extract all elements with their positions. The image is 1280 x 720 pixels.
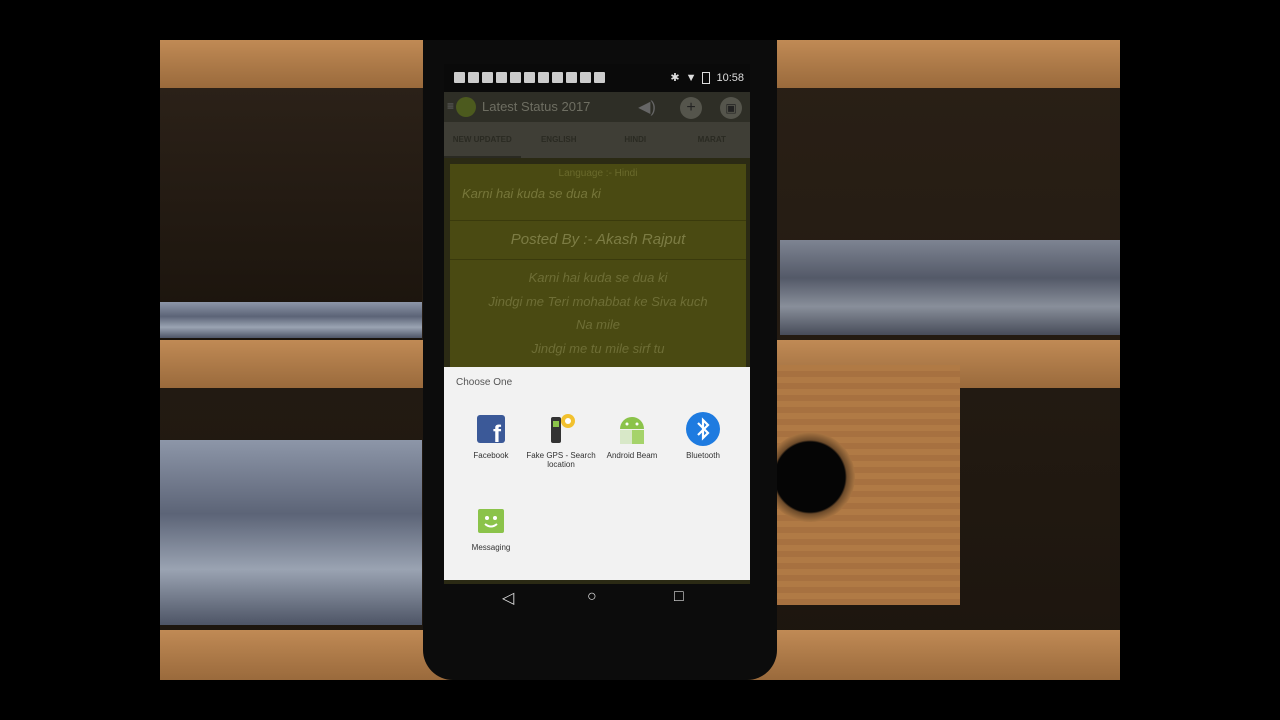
notification-icons [454, 72, 605, 83]
menu-icon[interactable]: ≡ [447, 99, 454, 113]
preview-line: Karni hai kuda se dua ki [462, 186, 601, 201]
svg-text:f: f [493, 421, 502, 447]
facebook-notification-icon [482, 72, 493, 83]
share-messaging-label: Messaging [471, 543, 511, 552]
share-android-beam-label: Android Beam [606, 451, 658, 460]
gift-icon[interactable]: ▣ [720, 97, 742, 119]
app-bar: ≡ Latest Status 2017 ◀) + ▣ [444, 92, 750, 122]
facebook-notification-icon [580, 72, 591, 83]
tab-hindi[interactable]: HINDI [597, 122, 674, 158]
drawer-knob [765, 432, 855, 522]
status-right: ✱ ▼ 10:58 [670, 71, 744, 84]
tab-bar: NEW UPDATED ENGLISH HINDI MARAT [444, 122, 750, 158]
share-facebook[interactable]: f Facebook [456, 411, 526, 460]
share-android-beam[interactable]: Android Beam [597, 411, 667, 460]
share-sheet: Choose One f Facebook Fake GPS - Search … [444, 367, 750, 580]
navigation-bar: ◁ ○ □ [444, 584, 750, 614]
share-fake-gps-label: Fake GPS - Search location [526, 451, 596, 469]
clock: 10:58 [716, 71, 744, 84]
recents-icon[interactable]: □ [674, 588, 684, 606]
language-line: Language :- Hindi [558, 168, 638, 179]
share-bluetooth[interactable]: Bluetooth [668, 411, 738, 460]
facebook-notification-icon [524, 72, 535, 83]
paper-stack-upper [160, 302, 422, 338]
tab-marathi[interactable]: MARAT [674, 122, 751, 158]
paper-stack-lower [160, 440, 422, 625]
facebook-notification-icon [566, 72, 577, 83]
poem-line: Jindgi me Teri mohabbat ke Siva kuch [488, 293, 708, 309]
app-logo [456, 97, 476, 117]
facebook-notification-icon [538, 72, 549, 83]
tab-english[interactable]: ENGLISH [521, 122, 598, 158]
facebook-notification-icon [594, 72, 605, 83]
poem-text: Karni hai kuda se dua ki Jindgi me Teri … [450, 266, 746, 360]
paper-stack-right [780, 240, 1120, 335]
bluetooth-icon [685, 411, 721, 447]
tab-new-updated[interactable]: NEW UPDATED [444, 122, 521, 158]
facebook-notification-icon [552, 72, 563, 83]
add-icon[interactable]: + [680, 97, 702, 119]
facebook-notification-icon [510, 72, 521, 83]
share-bluetooth-label: Bluetooth [686, 451, 720, 460]
battery-icon [702, 71, 711, 84]
status-card[interactable]: Language :- Hindi Karni hai kuda se dua … [450, 164, 746, 374]
status-bar: ✱ ▼ 10:58 [444, 64, 750, 92]
poem-line: Karni hai kuda se dua ki [528, 270, 668, 285]
phone-screen: ✱ ▼ 10:58 ≡ Latest Status 2017 ◀) + ▣ NE… [444, 64, 750, 584]
back-icon[interactable]: ◁ [502, 588, 514, 608]
messaging-icon [473, 503, 509, 539]
share-fake-gps[interactable]: Fake GPS - Search location [526, 411, 596, 469]
fake-gps-icon [543, 411, 579, 447]
home-icon[interactable]: ○ [587, 588, 597, 606]
back-notification-icon [454, 72, 465, 83]
bluetooth-status-icon: ✱ [670, 72, 680, 84]
volume-icon[interactable]: ◀) [636, 97, 658, 119]
share-facebook-label: Facebook [473, 451, 509, 460]
poem-line: Jindgi me tu mile sirf tu [531, 340, 665, 356]
facebook-notification-icon [468, 72, 479, 83]
facebook-notification-icon [496, 72, 507, 83]
posted-by: Posted By :- Akash Rajput [450, 220, 746, 260]
poem-line: Na mile [575, 317, 621, 332]
share-sheet-title: Choose One [456, 377, 513, 388]
android-beam-icon [614, 411, 650, 447]
wifi-icon: ▼ [685, 71, 697, 84]
app-title: Latest Status 2017 [482, 99, 591, 114]
share-messaging[interactable]: Messaging [456, 503, 526, 552]
facebook-icon: f [473, 411, 509, 448]
